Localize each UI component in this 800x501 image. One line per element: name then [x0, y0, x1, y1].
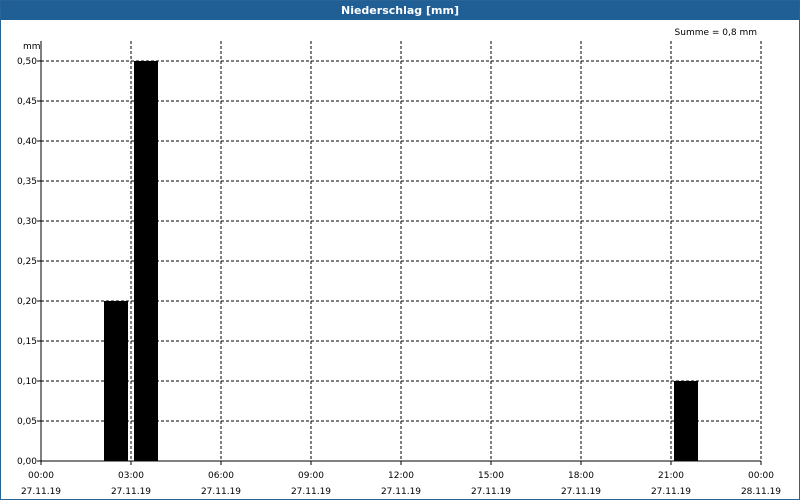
y-tick-label: 0,40: [17, 137, 37, 147]
x-tick-label-time: 03:00: [118, 471, 144, 481]
y-tick-label: 0,35: [17, 177, 37, 187]
y-tick-label: 0,20: [17, 297, 37, 307]
x-tick-label-time: 09:00: [298, 471, 324, 481]
y-tick-labels: 0,00 0,05 0,10 0,15 0,20 0,25 0,30 0,35 0,40 0,45…: [17, 57, 37, 467]
x-tick-label-time: 18:00: [568, 471, 594, 481]
x-tick-label-time: 15:00: [478, 471, 504, 481]
y-tick-label: 0,10: [17, 377, 37, 387]
y-tick-label: 0,15: [17, 337, 37, 347]
x-tick-label-date: 27.11.19: [201, 487, 241, 497]
chart-window: Niederschlag [mm] 0,00 0,05 0,10 0,15 0,20 0,…: [0, 0, 800, 500]
x-tick-label-date: 27.11.19: [651, 487, 691, 497]
y-tick-label: 0,50: [17, 57, 37, 67]
x-tick-label-date: 27.11.19: [21, 487, 61, 497]
y-tick-label: 0,05: [17, 417, 37, 427]
sum-label: Summe = 0,8 mm: [675, 28, 757, 38]
precipitation-bar: [134, 61, 158, 461]
y-tick-label: 0,00: [17, 457, 37, 467]
x-tick-label-date: 27.11.19: [111, 487, 151, 497]
x-tick-label-date: 28.11.19: [741, 487, 781, 497]
x-tick-label-time: 00:00: [748, 471, 774, 481]
y-axis-label: mm: [23, 42, 41, 52]
x-tick-label-date: 27.11.19: [471, 487, 511, 497]
precipitation-bar: [674, 381, 698, 461]
precipitation-bar: [104, 301, 128, 461]
y-tick-label: 0,45: [17, 97, 37, 107]
x-tick-label-time: 12:00: [388, 471, 414, 481]
y-tick-label: 0,25: [17, 257, 37, 267]
precipitation-chart: 0,00 0,05 0,10 0,15 0,20 0,25 0,30 0,35 0,40 0,45…: [17, 28, 781, 497]
x-tick-label-time: 00:00: [28, 471, 54, 481]
x-tick-label-date: 27.11.19: [381, 487, 421, 497]
x-tick-labels: 00:00 27.11.19 03:00 27.11.19 06:00 27.11.19 0…: [21, 471, 781, 497]
x-tick-label-time: 06:00: [208, 471, 234, 481]
y-tick-label: 0,30: [17, 217, 37, 227]
x-tick-label-date: 27.11.19: [561, 487, 601, 497]
x-tick-label-time: 21:00: [658, 471, 684, 481]
x-tick-label-date: 27.11.19: [291, 487, 331, 497]
